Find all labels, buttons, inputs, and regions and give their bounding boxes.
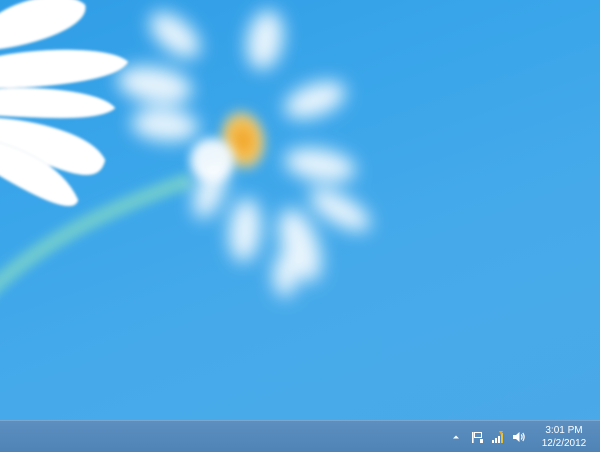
network-signal-icon[interactable] [488,427,508,447]
show-hidden-icons-chevron-icon[interactable] [446,427,466,447]
system-tray: 3:01 PM 12/2/2012 [446,421,600,452]
taskbar[interactable]: 3:01 PM 12/2/2012 [0,420,600,452]
desktop[interactable]: 3:01 PM 12/2/2012 [0,0,600,452]
clock-time: 3:01 PM [545,425,583,436]
taskbar-clock[interactable]: 3:01 PM 12/2/2012 [534,424,594,450]
volume-speaker-icon[interactable] [509,427,529,447]
clock-date: 12/2/2012 [541,438,587,449]
action-center-flag-icon[interactable] [467,427,487,447]
wallpaper-daisy [0,0,371,297]
